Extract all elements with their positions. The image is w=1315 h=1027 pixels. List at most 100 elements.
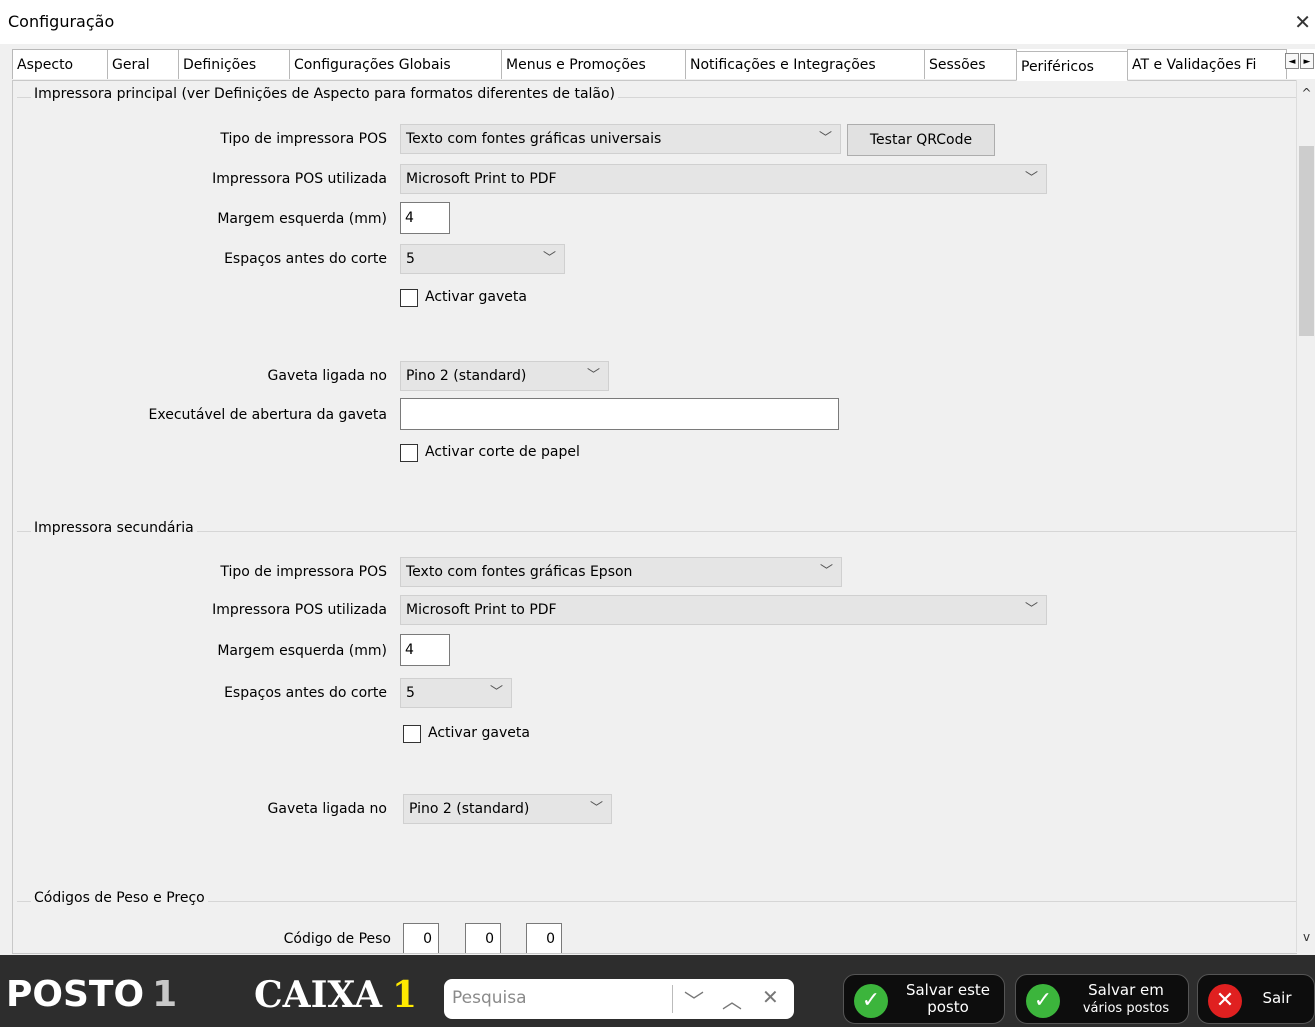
posto-indicator: POSTO 1 xyxy=(6,974,177,1015)
check-icon: ✓ xyxy=(1026,984,1060,1018)
chevron-down-icon: ﹀ xyxy=(589,801,603,816)
vertical-scrollbar[interactable]: ^ v xyxy=(1296,80,1315,952)
tab-aspecto[interactable]: Aspecto xyxy=(12,49,108,79)
chevron-down-icon: ﹀ xyxy=(489,685,503,700)
tab-scroll-right-icon[interactable]: ► xyxy=(1300,53,1314,69)
codigo-peso-input-2[interactable]: 0 xyxy=(465,923,501,953)
primary-tipo-label: Tipo de impressora POS xyxy=(220,131,387,147)
primary-tipo-select[interactable]: Texto com fontes gráficas universais ﹀ xyxy=(400,124,841,154)
primary-gaveta-checkbox[interactable] xyxy=(400,289,418,307)
primary-impressora-select[interactable]: Microsoft Print to PDF ﹀ xyxy=(400,164,1047,194)
search-box[interactable]: Pesquisa ﹀ ︿ ✕ xyxy=(444,979,794,1019)
window-title: Configuração xyxy=(8,12,115,31)
primary-printer-group: Impressora principal (ver Definições de … xyxy=(17,86,1297,523)
salvar-este-posto-label: Salvar este posto xyxy=(898,982,998,1016)
salvar-varios-postos-label: Salvar em vários postos xyxy=(1070,982,1182,1017)
tab-at-validacoes[interactable]: AT e Validações Fi xyxy=(1127,49,1287,79)
secondary-gaveta-ligada-select[interactable]: Pino 2 (standard) ﹀ xyxy=(403,794,612,824)
primary-gaveta-ligada-value: Pino 2 (standard) xyxy=(406,368,527,384)
tab-perifericos[interactable]: Periféricos xyxy=(1016,51,1128,81)
salvar-varios-line1: Salvar em xyxy=(1088,981,1164,999)
secondary-espacos-label: Espaços antes do corte xyxy=(224,685,387,701)
primary-impressora-value: Microsoft Print to PDF xyxy=(406,171,557,187)
primary-gaveta-checkbox-label: Activar gaveta xyxy=(425,289,527,305)
primary-executavel-input[interactable] xyxy=(400,398,839,430)
scroll-down-icon[interactable]: v xyxy=(1297,930,1315,948)
tab-strip: Aspecto Geral Definições Configurações G… xyxy=(12,49,1315,81)
secondary-impressora-label: Impressora POS utilizada xyxy=(212,602,387,618)
sair-label: Sair xyxy=(1262,989,1292,1007)
scroll-up-icon[interactable]: ^ xyxy=(1297,86,1315,104)
salvar-este-line1: Salvar este xyxy=(905,981,991,999)
secondary-espacos-select[interactable]: 5 ﹀ xyxy=(400,678,512,708)
primary-corte-checkbox[interactable] xyxy=(400,444,418,462)
secondary-gaveta-checkbox-label: Activar gaveta xyxy=(428,725,530,741)
posto-number: 1 xyxy=(152,974,178,1015)
primary-espacos-value: 5 xyxy=(406,251,415,267)
chevron-down-icon: ﹀ xyxy=(586,368,600,383)
search-input[interactable]: Pesquisa xyxy=(452,988,527,1008)
primary-espacos-select[interactable]: 5 ﹀ xyxy=(400,244,565,274)
primary-margem-label: Margem esquerda (mm) xyxy=(217,211,387,227)
tab-sessoes[interactable]: Sessões xyxy=(924,49,1017,79)
secondary-gaveta-checkbox[interactable] xyxy=(403,725,421,743)
tab-notificacoes-integracoes[interactable]: Notificações e Integrações xyxy=(685,49,925,79)
chevron-up-icon[interactable]: ︿ xyxy=(722,985,742,1014)
secondary-tipo-select[interactable]: Texto com fontes gráficas Epson ﹀ xyxy=(400,557,842,587)
chevron-down-icon: ﹀ xyxy=(1024,171,1038,186)
salvar-varios-postos-button[interactable]: ✓ Salvar em vários postos xyxy=(1015,974,1189,1024)
primary-corte-checkbox-label: Activar corte de papel xyxy=(425,444,580,460)
search-divider xyxy=(672,985,673,1013)
scrollbar-thumb[interactable] xyxy=(1299,146,1314,336)
secondary-gaveta-ligada-label: Gaveta ligada no xyxy=(267,801,387,817)
tab-geral[interactable]: Geral xyxy=(107,49,179,79)
sair-button[interactable]: ✕ Sair xyxy=(1197,974,1315,1024)
secondary-impressora-value: Microsoft Print to PDF xyxy=(406,602,557,618)
chevron-down-icon[interactable]: ﹀ xyxy=(684,985,704,1014)
primary-margem-input[interactable]: 4 xyxy=(400,202,450,234)
tab-configuracoes-globais[interactable]: Configurações Globais xyxy=(289,49,502,79)
caixa-indicator: CAIXA 1 xyxy=(254,974,417,1016)
secondary-impressora-select[interactable]: Microsoft Print to PDF ﹀ xyxy=(400,595,1047,625)
chevron-down-icon: ﹀ xyxy=(819,564,833,579)
primary-espacos-label: Espaços antes do corte xyxy=(224,251,387,267)
testar-qrcode-button[interactable]: Testar QRCode xyxy=(847,124,995,156)
chevron-down-icon: ﹀ xyxy=(818,131,832,146)
primary-gaveta-ligada-select[interactable]: Pino 2 (standard) ﹀ xyxy=(400,361,609,391)
tab-scroll-left-icon[interactable]: ◄ xyxy=(1285,53,1299,69)
primary-printer-legend: Impressora principal (ver Definições de … xyxy=(31,86,619,102)
chevron-down-icon: ﹀ xyxy=(1024,602,1038,617)
codigos-legend: Códigos de Peso e Preço xyxy=(31,890,208,906)
secondary-espacos-value: 5 xyxy=(406,685,415,701)
primary-impressora-label: Impressora POS utilizada xyxy=(212,171,387,187)
tab-definicoes[interactable]: Definições xyxy=(178,49,290,79)
primary-executavel-label: Executável de abertura da gaveta xyxy=(148,407,387,423)
codigo-peso-label: Código de Peso xyxy=(283,931,391,947)
codigo-peso-input-3[interactable]: 0 xyxy=(526,923,562,953)
primary-gaveta-ligada-label: Gaveta ligada no xyxy=(267,368,387,384)
check-icon: ✓ xyxy=(854,984,888,1018)
status-bar: POSTO 1 CAIXA 1 Pesquisa ﹀ ︿ ✕ ✓ Salvar es… xyxy=(0,955,1315,1027)
primary-tipo-value: Texto com fontes gráficas universais xyxy=(406,131,662,147)
close-icon: ✕ xyxy=(1208,984,1242,1018)
secondary-tipo-value: Texto com fontes gráficas Epson xyxy=(406,564,633,580)
secondary-printer-legend: Impressora secundária xyxy=(31,520,197,536)
settings-panel: Impressora principal (ver Definições de … xyxy=(12,80,1297,954)
salvar-varios-line2: vários postos xyxy=(1082,1001,1170,1016)
salvar-este-line2: posto xyxy=(927,998,969,1016)
title-bar: Configuração ✕ xyxy=(0,0,1315,44)
secondary-margem-label: Margem esquerda (mm) xyxy=(217,643,387,659)
secondary-gaveta-ligada-value: Pino 2 (standard) xyxy=(409,801,530,817)
close-icon[interactable]: ✕ xyxy=(1294,10,1311,34)
secondary-margem-input[interactable]: 4 xyxy=(400,634,450,666)
secondary-tipo-label: Tipo de impressora POS xyxy=(220,564,387,580)
clear-icon[interactable]: ✕ xyxy=(762,985,779,1009)
caixa-number: 1 xyxy=(392,974,418,1016)
salvar-este-posto-button[interactable]: ✓ Salvar este posto xyxy=(843,974,1005,1024)
caixa-label: CAIXA xyxy=(254,974,383,1016)
codigos-group: Códigos de Peso e Preço xyxy=(17,890,1297,953)
chevron-down-icon: ﹀ xyxy=(542,251,556,266)
codigo-peso-input-1[interactable]: 0 xyxy=(403,923,439,953)
posto-label: POSTO xyxy=(6,974,145,1015)
tab-menus-promocoes[interactable]: Menus e Promoções xyxy=(501,49,686,79)
